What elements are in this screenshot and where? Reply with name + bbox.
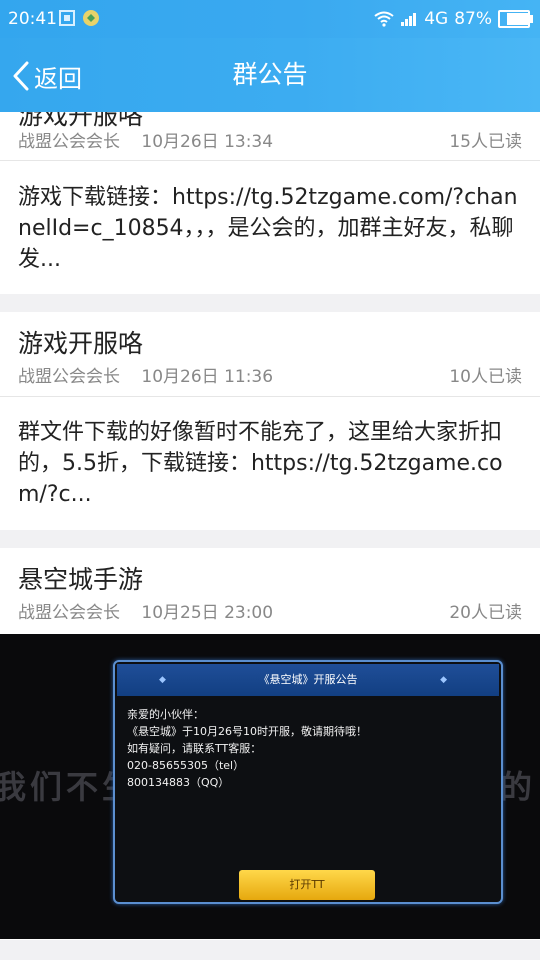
announcement-list[interactable]: 游戏开服咯 战盟公会会长 10月26日 13:34 15人已读 游戏下载链接：h… xyxy=(0,112,540,960)
network-type: 4G xyxy=(424,9,449,29)
dialog-line: 如有疑问，请联系TT客服： xyxy=(127,742,262,755)
page-title: 群公告 xyxy=(232,60,308,89)
divider xyxy=(0,160,540,161)
announcement-author: 战盟公会会长 xyxy=(18,367,120,387)
announcement-meta: 战盟公会会长 10月26日 13:34 15人已读 xyxy=(18,127,522,152)
read-count: 10人已读 xyxy=(449,367,522,387)
announcement-body: 群文件下载的好像暂时不能充了，这里给大家折扣的，5.5折，下载链接：https:… xyxy=(18,420,503,507)
announcement-meta: 战盟公会会长 10月26日 11:36 10人已读 xyxy=(18,362,522,387)
read-count: 20人已读 xyxy=(449,603,522,623)
battery-icon xyxy=(498,10,533,28)
announcement-date: 10月26日 13:34 xyxy=(141,132,274,152)
nav-bar: 返回 群公告 xyxy=(0,38,540,112)
dialog-qq: 800134883（QQ） xyxy=(127,776,230,789)
game-dialog: ◆ 《悬空城》开服公告 ◆ 亲爱的小伙伴： 《悬空城》于10月26号10时开服，… xyxy=(113,660,503,904)
signal-icon xyxy=(401,13,417,26)
announcement-date: 10月26日 11:36 xyxy=(141,367,274,387)
status-bar: 20:41 4G 87% xyxy=(0,0,540,38)
announcement-title: 悬空城手游 xyxy=(18,565,144,594)
sparkle-icon: ◆ xyxy=(159,675,166,685)
wifi-icon xyxy=(374,11,394,27)
divider xyxy=(0,396,540,397)
announcement-item[interactable]: 游戏开服咯 战盟公会会长 10月26日 11:36 10人已读 群文件下载的好像… xyxy=(0,312,540,530)
open-tt-button: 打开TT xyxy=(239,870,375,900)
status-time: 20:41 xyxy=(8,9,57,29)
read-count: 15人已读 xyxy=(449,132,522,152)
status-right: 4G 87% xyxy=(374,9,533,29)
announcement-body: 游戏下载链接：https://tg.52tzgame.com/?channelI… xyxy=(18,185,518,272)
dialog-phone: 020-85655305（tel） xyxy=(127,759,245,772)
announcement-author: 战盟公会会长 xyxy=(18,603,120,623)
announcement-meta: 战盟公会会长 10月25日 23:00 20人已读 xyxy=(18,598,522,623)
announcement-date: 10月25日 23:00 xyxy=(141,603,274,623)
banner-bg-text-right: 的 xyxy=(500,768,537,806)
dialog-title-bar: ◆ 《悬空城》开服公告 ◆ xyxy=(117,664,499,696)
announcement-item[interactable]: 游戏开服咯 战盟公会会长 10月26日 13:34 15人已读 游戏下载链接：h… xyxy=(0,112,540,294)
scan-icon xyxy=(59,10,75,26)
battery-percent: 87% xyxy=(454,9,492,29)
dialog-title: 《悬空城》开服公告 xyxy=(258,673,358,686)
dialog-greeting: 亲爱的小伙伴： xyxy=(127,708,204,721)
sparkle-icon: ◆ xyxy=(440,675,447,685)
announcement-author: 战盟公会会长 xyxy=(18,132,120,152)
dialog-body: 亲爱的小伙伴： 《悬空城》于10月26号10时开服，敬请期待哦！ 如有疑问，请联… xyxy=(127,706,367,791)
dialog-line: 《悬空城》于10月26号10时开服，敬请期待哦！ xyxy=(127,725,367,738)
announcement-title: 游戏开服咯 xyxy=(18,329,144,358)
announcement-image[interactable]: 我们不生 的 ◆ 《悬空城》开服公告 ◆ 亲爱的小伙伴： 《悬空城》于10月26… xyxy=(0,634,540,939)
app-notification-icon xyxy=(83,10,99,26)
